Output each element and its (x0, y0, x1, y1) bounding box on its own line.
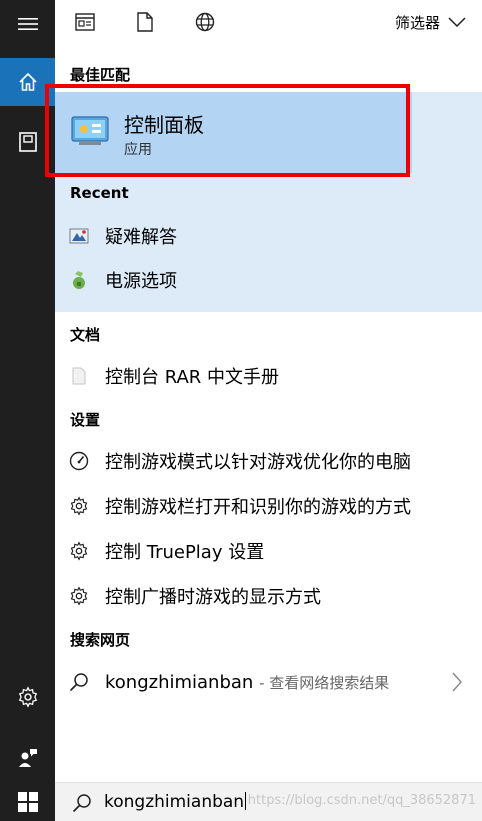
recent-item-label: 疑难解答 (105, 227, 177, 248)
settings-item-game-mode[interactable]: 控制游戏模式以针对游戏优化你的电脑 (55, 439, 482, 483)
apps-filter-button[interactable] (73, 10, 97, 34)
settings-item-label: 控制 TruePlay 设置 (105, 542, 265, 563)
settings-item-game-bar[interactable]: 控制游戏栏打开和识别你的游戏的方式 (55, 484, 482, 528)
gear-icon (67, 539, 91, 563)
settings-item-broadcast[interactable]: 控制广播时游戏的显示方式 (55, 574, 482, 618)
settings-button[interactable] (0, 673, 55, 721)
watermark: https://blog.csdn.net/qq_38652871 (247, 793, 476, 808)
web-search-query: kongzhimianban - 查看网络搜索结果 (105, 672, 389, 693)
globe-icon (195, 12, 215, 32)
search-results-panel: 筛选器 最佳匹配 控制面板 应用 Recent 疑难解答 电源选项 文档 控制台… (45, 0, 482, 821)
settings-item-label: 控制游戏模式以针对游戏优化你的电脑 (105, 452, 411, 473)
gauge-icon (67, 449, 91, 473)
app-window-icon (75, 13, 95, 31)
notebook-icon (18, 132, 37, 152)
web-search-query-text: kongzhimianban (105, 671, 254, 693)
windows-logo-icon (17, 791, 38, 812)
web-search-result[interactable]: kongzhimianban - 查看网络搜索结果 (55, 660, 482, 704)
filter-dropdown[interactable]: 筛选器 (395, 11, 466, 33)
search-icon (67, 670, 91, 694)
settings-item-label: 控制游戏栏打开和识别你的游戏的方式 (105, 497, 411, 518)
recent-item-label: 电源选项 (105, 271, 177, 292)
web-search-suffix: - 查看网络搜索结果 (259, 673, 390, 692)
document-icon (67, 364, 91, 388)
documents-header: 文档 (70, 326, 101, 344)
gear-icon (67, 494, 91, 518)
search-input[interactable]: kongzhimianban (104, 792, 247, 812)
filter-label: 筛选器 (394, 13, 440, 32)
settings-header: 设置 (70, 411, 101, 429)
top-bar: 筛选器 (55, 0, 482, 50)
gear-icon (18, 686, 37, 708)
document-item-label: 控制台 RAR 中文手册 (105, 367, 280, 388)
settings-item-label: 控制广播时游戏的显示方式 (105, 587, 321, 608)
hamburger-icon (17, 18, 38, 30)
chevron-down-icon (448, 17, 466, 27)
feedback-person-icon (18, 749, 37, 767)
text-caret (245, 792, 247, 810)
settings-item-trueplay[interactable]: 控制 TruePlay 设置 (55, 529, 482, 573)
start-button[interactable] (0, 782, 55, 821)
search-input-value: kongzhimianban (104, 792, 245, 812)
taskbar-search-box[interactable]: kongzhimianban https://blog.csdn.net/qq_… (55, 782, 482, 821)
web-filter-button[interactable] (193, 10, 217, 34)
recent-item-troubleshoot[interactable]: 疑难解答 (55, 214, 482, 258)
documents-filter-button[interactable] (133, 10, 157, 34)
home-icon (18, 72, 37, 91)
highlight-box (45, 84, 410, 177)
gear-icon (67, 584, 91, 608)
document-icon (137, 12, 153, 32)
document-item-rar-manual[interactable]: 控制台 RAR 中文手册 (55, 354, 482, 398)
search-icon (72, 794, 91, 813)
feedback-button[interactable] (0, 734, 55, 782)
web-search-header: 搜索网页 (70, 631, 131, 649)
recent-item-power-options[interactable]: 电源选项 (55, 258, 482, 302)
chevron-right-icon (452, 672, 462, 692)
troubleshoot-icon (67, 224, 91, 248)
recent-header: Recent (70, 184, 129, 202)
best-match-header: 最佳匹配 (70, 66, 131, 84)
hamburger-menu-button[interactable] (0, 0, 55, 48)
power-options-icon (67, 268, 91, 292)
